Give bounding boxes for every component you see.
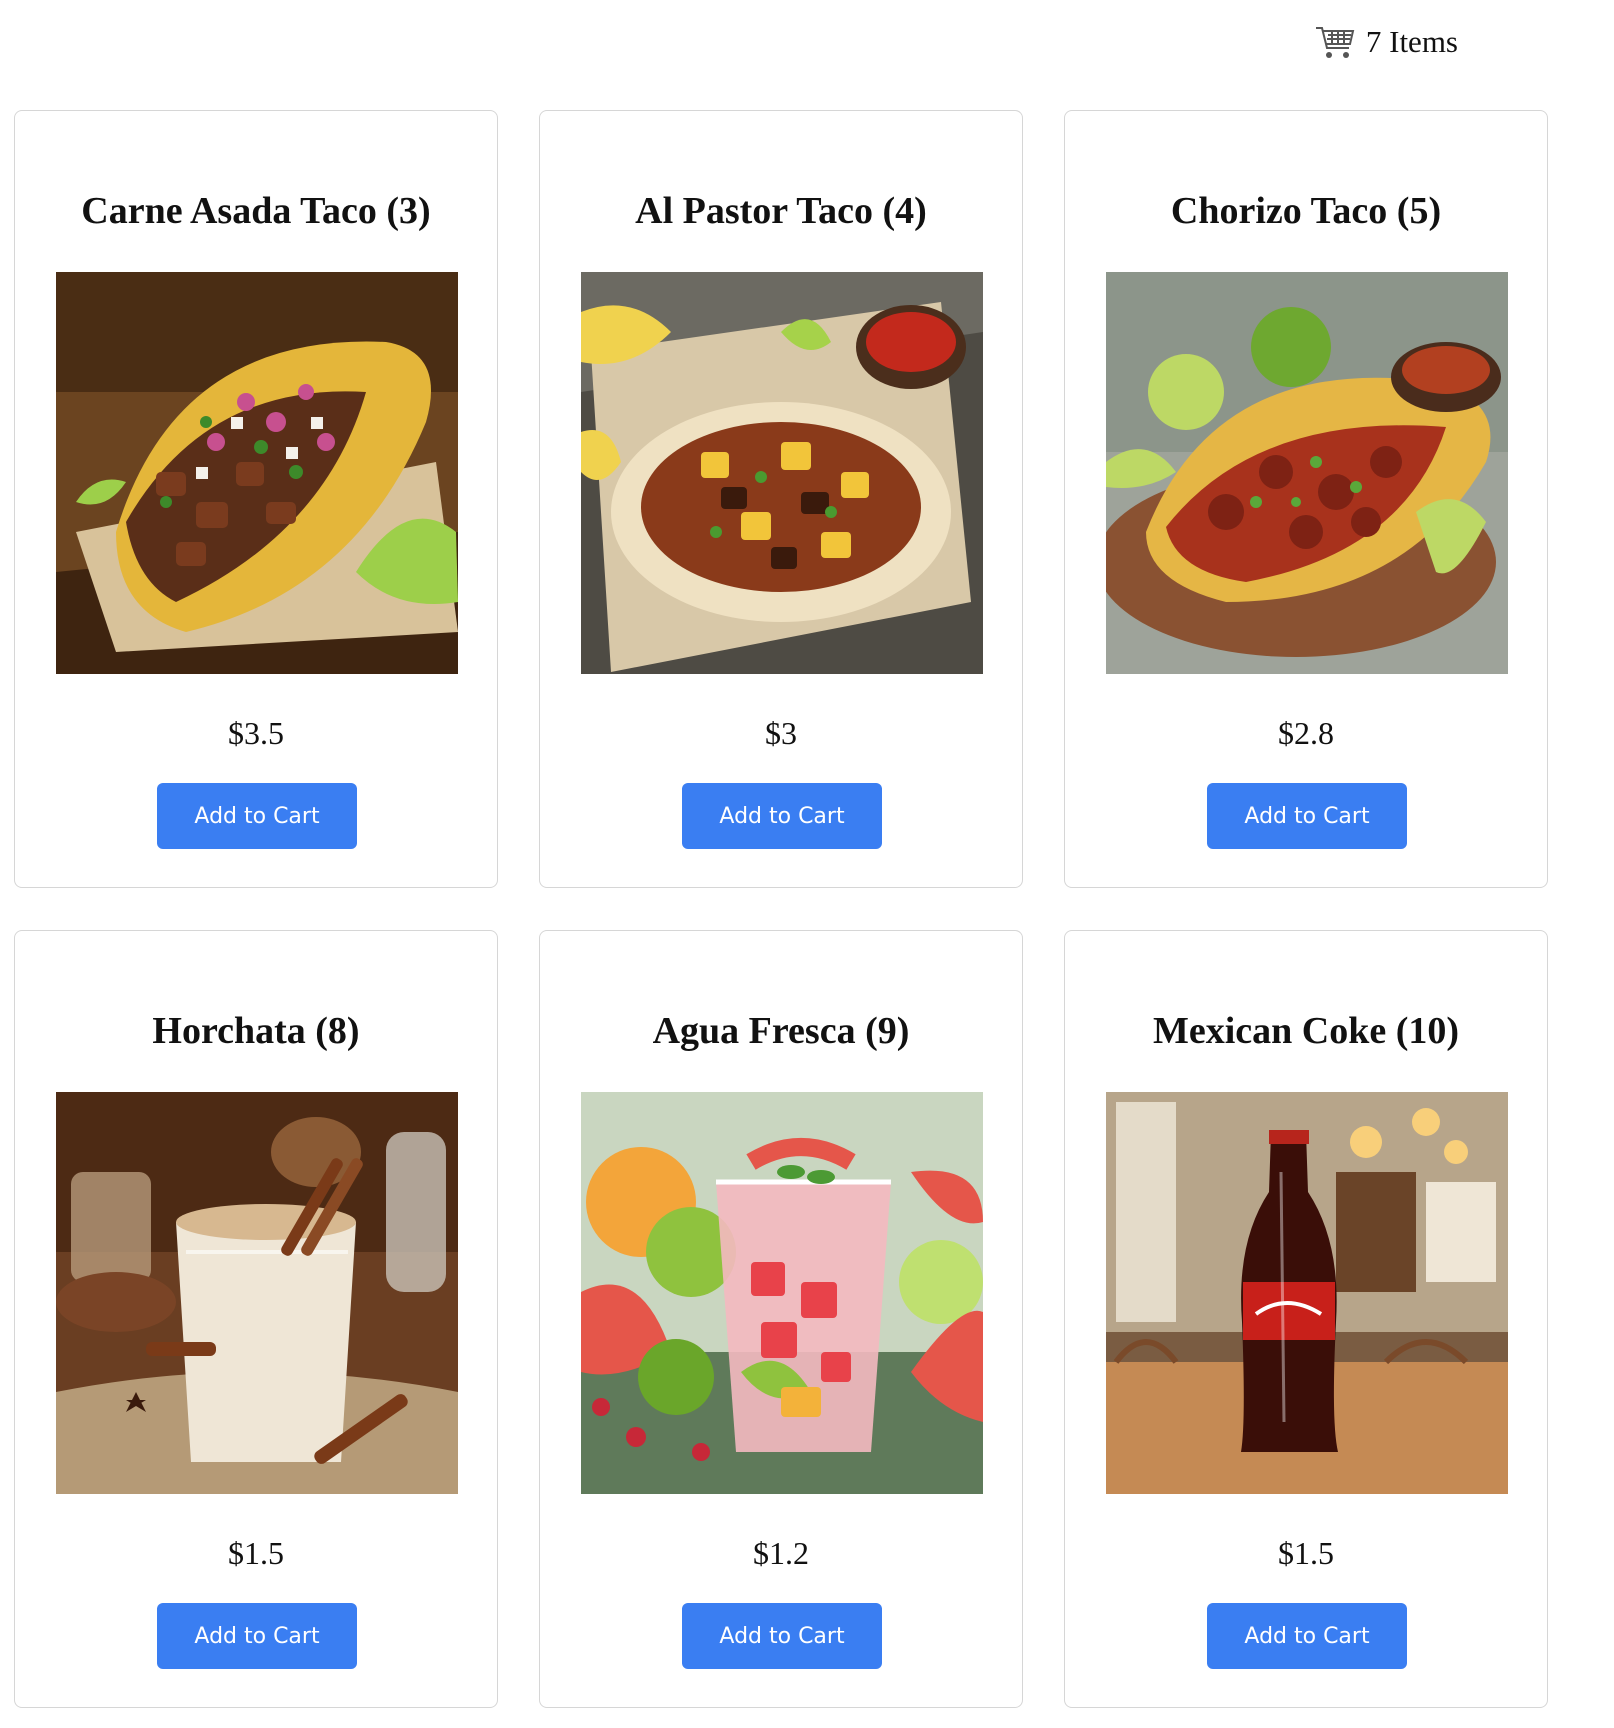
product-title: Chorizo Taco (5)	[1170, 190, 1442, 232]
product-card: Horchata (8) $1.5 Add to Cart	[14, 930, 498, 1708]
add-to-cart-button[interactable]: Add to Cart	[157, 1603, 357, 1669]
agua-fresca-photo	[581, 1092, 983, 1494]
add-to-cart-button[interactable]: Add to Cart	[682, 1603, 882, 1669]
product-price: $1.2	[753, 1535, 809, 1571]
product-card: Carne Asada Taco (3) $3.5 Add to Cart	[14, 110, 498, 888]
product-price: $3	[765, 715, 797, 751]
cart-count-label: 7 Items	[1365, 24, 1458, 59]
product-card: Mexican Coke (10) $1.5 Add to Cart	[1064, 930, 1548, 1708]
add-to-cart-button[interactable]: Add to Cart	[157, 783, 357, 849]
add-to-cart-button[interactable]: Add to Cart	[682, 783, 882, 849]
carne-asada-taco-photo	[56, 272, 458, 674]
product-price: $3.5	[228, 715, 284, 751]
cart-summary[interactable]: 7 Items	[1314, 22, 1458, 62]
product-card: Al Pastor Taco (4) $3 Add to Cart	[539, 110, 1023, 888]
add-to-cart-button[interactable]: Add to Cart	[1207, 1603, 1407, 1669]
product-title: Carne Asada Taco (3)	[81, 190, 431, 232]
product-title: Horchata (8)	[152, 1010, 360, 1052]
product-card: Chorizo Taco (5) $2.8 Add to Cart	[1064, 110, 1548, 888]
product-price: $1.5	[228, 1535, 284, 1571]
mexican-coke-photo	[1106, 1092, 1508, 1494]
al-pastor-taco-photo	[581, 272, 983, 674]
product-price: $1.5	[1278, 1535, 1334, 1571]
product-title: Agua Fresca (9)	[652, 1010, 910, 1052]
product-price: $2.8	[1278, 715, 1334, 751]
product-grid: Carne Asada Taco (3) $3.5 Add to Cart Al…	[14, 110, 1548, 1708]
product-card: Agua Fresca (9) $1.2 Add to Cart	[539, 930, 1023, 1708]
chorizo-taco-photo	[1106, 272, 1508, 674]
shopping-cart-icon	[1314, 22, 1356, 62]
product-title: Mexican Coke (10)	[1152, 1010, 1460, 1052]
add-to-cart-button[interactable]: Add to Cart	[1207, 783, 1407, 849]
horchata-photo	[56, 1092, 458, 1494]
product-title: Al Pastor Taco (4)	[635, 190, 927, 232]
